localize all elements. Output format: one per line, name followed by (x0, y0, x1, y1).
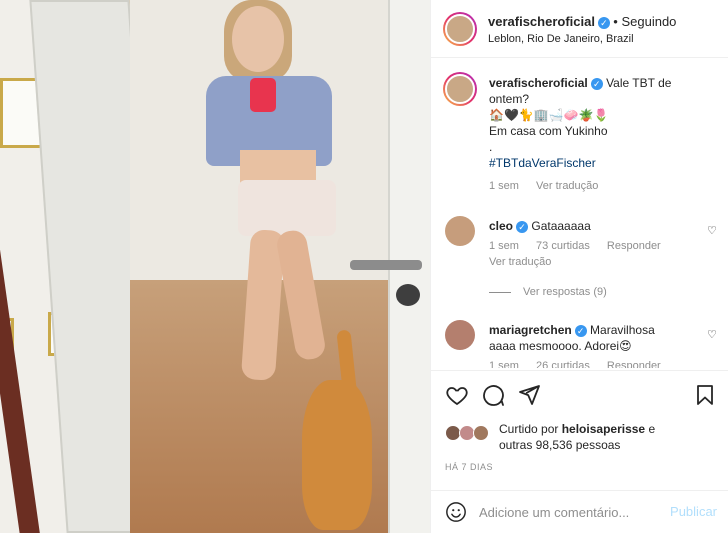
comments-list[interactable]: verafischeroficial ✓ Vale TBT de ontem? 🏠… (431, 58, 728, 368)
verified-icon: ✓ (516, 220, 529, 233)
post-header: verafischeroficial ✓ • Seguindo Leblon, R… (431, 0, 728, 58)
replies-divider (489, 291, 511, 293)
following-button[interactable]: Seguindo (621, 14, 676, 29)
author-avatar[interactable] (443, 72, 477, 106)
reply-button[interactable]: Responder (607, 360, 661, 368)
author-avatar[interactable] (443, 12, 477, 46)
orange-cat (302, 380, 372, 530)
caption-time[interactable]: 1 sem (489, 180, 519, 192)
liker-username[interactable]: heloisaperisse (562, 422, 645, 436)
like-comment-icon[interactable]: ♡ (707, 328, 719, 341)
red-phone (250, 78, 276, 112)
caption-line: . (489, 140, 493, 154)
comment-icon[interactable] (481, 383, 505, 407)
view-replies-button[interactable]: Ver respostas (9) (523, 286, 607, 298)
caption-line: ontem? (489, 92, 530, 106)
reply-button[interactable]: Responder (607, 240, 661, 252)
verified-icon: ✓ (574, 324, 587, 337)
emoji-icon[interactable] (445, 501, 467, 523)
see-translation-link[interactable]: Ver tradução (536, 180, 598, 192)
add-comment-bar: Publicar (431, 490, 728, 533)
comment-input[interactable] (479, 501, 659, 523)
verified-icon: ✓ (597, 16, 610, 29)
caption: verafischeroficial ✓ Vale TBT de ontem? 🏠… (443, 72, 719, 202)
post-location[interactable]: Leblon, Rio De Janeiro, Brazil (488, 33, 634, 45)
comment-likes[interactable]: 73 curtidas (536, 240, 590, 252)
caption-emojis: 🏠🖤🐈🏢🛁🧼🪴🌷 (489, 108, 609, 122)
comment-item: cleo ✓ Gataaaaaa ♡ 1 sem 73 curtidas Resp… (443, 216, 719, 306)
caption-username[interactable]: verafischeroficial (489, 76, 588, 90)
comment-text: Gataaaaaa (531, 219, 591, 233)
person-face (232, 6, 284, 72)
comment-time[interactable]: 1 sem (489, 360, 519, 368)
door-handle (350, 260, 422, 270)
publish-button[interactable]: Publicar (670, 504, 717, 519)
door-lock (396, 284, 420, 306)
instagram-post: verafischeroficial ✓ • Seguindo Leblon, R… (0, 0, 728, 533)
comment-likes[interactable]: 26 curtidas (536, 360, 590, 368)
like-comment-icon[interactable]: ♡ (707, 224, 719, 237)
verified-icon: ✓ (590, 77, 603, 90)
post-date[interactable]: HÁ 7 DIAS (445, 462, 493, 472)
post-actions: Curtido por heloisaperisse e outras 98,5… (431, 370, 728, 490)
caption-line: Em casa com Yukinho (489, 124, 608, 138)
bookmark-icon[interactable] (693, 383, 717, 407)
post-photo[interactable] (0, 0, 430, 533)
comment-username[interactable]: cleo (489, 219, 513, 233)
commenter-avatar[interactable] (445, 320, 475, 350)
share-icon[interactable] (517, 383, 541, 407)
post-side-panel: verafischeroficial ✓ • Seguindo Leblon, R… (430, 0, 728, 533)
comment-text: Maravilhosa (590, 323, 655, 337)
comment-username[interactable]: mariagretchen (489, 323, 572, 337)
person-shorts (238, 180, 336, 236)
heart-icon[interactable] (445, 383, 469, 407)
likes-summary: Curtido por heloisaperisse e outras 98,5… (499, 422, 656, 452)
see-translation-link[interactable]: Ver tradução (489, 256, 551, 268)
caption-line: Vale TBT de (606, 76, 672, 90)
comment-item: mariagretchen ✓ Maravilhosa aaaa mesmoooo… (443, 320, 719, 368)
caption-hashtag[interactable]: #TBTdaVeraFischer (489, 156, 596, 170)
comment-text: aaaa mesmoooo. Adorei😍 (489, 339, 632, 353)
author-username[interactable]: verafischeroficial (488, 14, 595, 29)
likes-count[interactable]: outras 98,536 pessoas (499, 438, 620, 452)
commenter-avatar[interactable] (445, 216, 475, 246)
comment-time[interactable]: 1 sem (489, 240, 519, 252)
